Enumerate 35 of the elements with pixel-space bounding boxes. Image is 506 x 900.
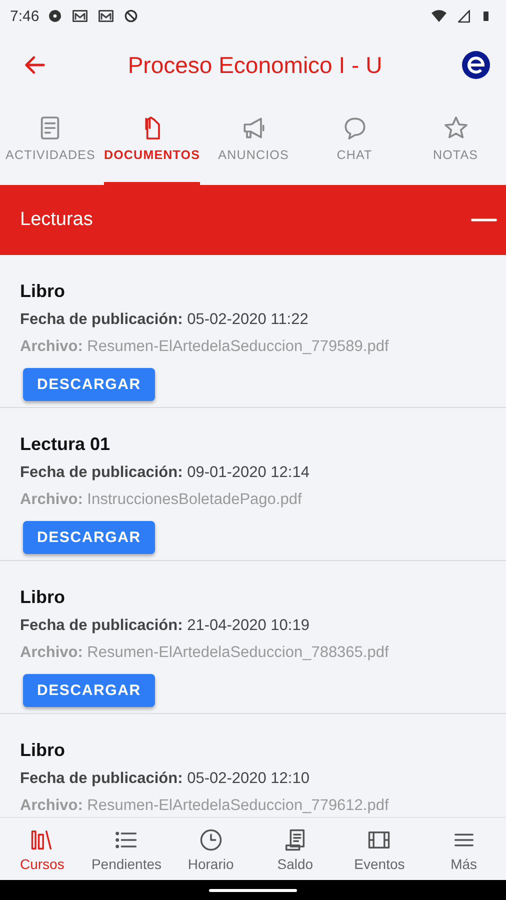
nav-item[interactable]: Eventos [337,818,422,880]
publication-date: Fecha de publicación: 21-04-2020 10:19 [20,617,310,635]
tab[interactable]: ACTIVIDADES [3,98,98,185]
publication-date: Fecha de publicación: 05-02-2020 12:10 [20,770,310,788]
tab[interactable]: CHAT [307,98,402,185]
file-name: Archivo: InstruccionesBoletadePago.pdf [20,491,303,509]
blocked-icon [123,8,140,24]
mail-icon [71,7,90,25]
document-title: Libro [20,740,66,761]
file-name: Archivo: Resumen-ElArtedelaSeduccion_779589.pdf [20,338,390,356]
nav-item[interactable]: Pendientes [84,818,169,880]
file-name: Archivo: Resumen-ElArtedelaSeduccion_788365.pdf [20,644,390,662]
nav-item[interactable]: Horario [168,818,253,880]
page-title: Proceso Economico I - U [126,52,384,78]
section-title: Lecturas [20,209,94,231]
download-button[interactable]: DESCARGAR [23,368,155,401]
download-button[interactable]: DESCARGAR [23,674,155,707]
file-name: Archivo: Resumen-ElArtedelaSeduccion_779612.pdf [20,797,390,815]
signal-icon [456,8,472,24]
publication-date: Fecha de publicación: 05-02-2020 11:22 [20,311,310,329]
document-title: Libro [20,587,66,608]
tab[interactable]: NOTAS [408,98,503,185]
tab[interactable]: ANUNCIOS [206,98,302,185]
document-title: Lectura 01 [20,434,112,455]
nav-item[interactable]: Más [422,818,506,880]
clock-icon [198,826,224,852]
publication-date: Fecha de publicación: 09-01-2020 12:14 [20,464,310,482]
clock-time: 7:46 [10,8,40,24]
download-button[interactable]: DESCARGAR [23,521,155,554]
logo-icon [462,51,490,79]
nav-item[interactable]: Cursos [0,818,84,880]
document-title: Libro [20,281,66,302]
mail-icon [97,7,116,25]
nav-item[interactable]: Saldo [252,818,338,880]
home-indicator[interactable] [209,888,297,892]
